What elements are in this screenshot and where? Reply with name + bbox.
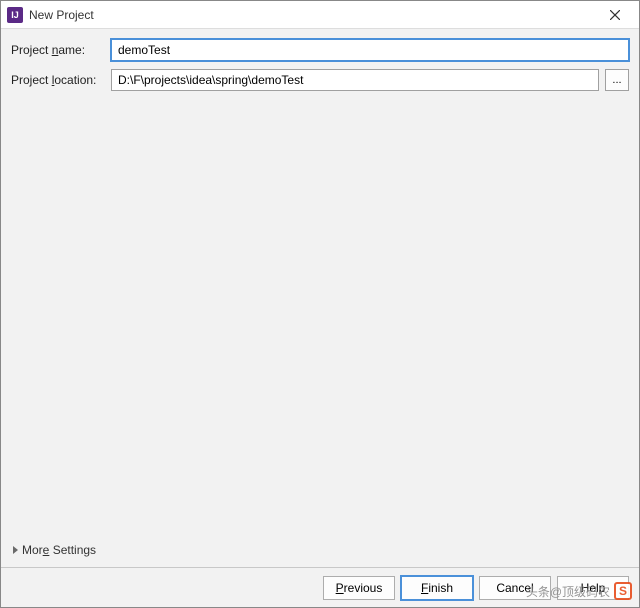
project-location-label: Project location: (11, 73, 105, 87)
content-spacer (11, 99, 629, 537)
app-icon: IJ (7, 7, 23, 23)
project-name-input[interactable] (111, 39, 629, 61)
project-name-label: Project name: (11, 43, 105, 57)
finish-button[interactable]: Finish (401, 576, 473, 600)
new-project-dialog: IJ New Project Project name: Project loc… (0, 0, 640, 608)
help-button[interactable]: Help (557, 576, 629, 600)
cancel-button[interactable]: Cancel (479, 576, 551, 600)
window-title: New Project (29, 8, 595, 22)
project-location-row: Project location: ... (11, 69, 629, 91)
dialog-content: Project name: Project location: ... More… (1, 29, 639, 567)
browse-location-button[interactable]: ... (605, 69, 629, 91)
more-settings-toggle[interactable]: More Settings (11, 537, 629, 567)
close-icon[interactable] (595, 1, 635, 28)
button-bar: Previous Finish Cancel Help (1, 567, 639, 607)
chevron-right-icon (13, 546, 18, 554)
more-settings-label: More Settings (22, 543, 96, 557)
project-location-input[interactable] (111, 69, 599, 91)
titlebar: IJ New Project (1, 1, 639, 29)
previous-button[interactable]: Previous (323, 576, 395, 600)
project-name-row: Project name: (11, 39, 629, 61)
